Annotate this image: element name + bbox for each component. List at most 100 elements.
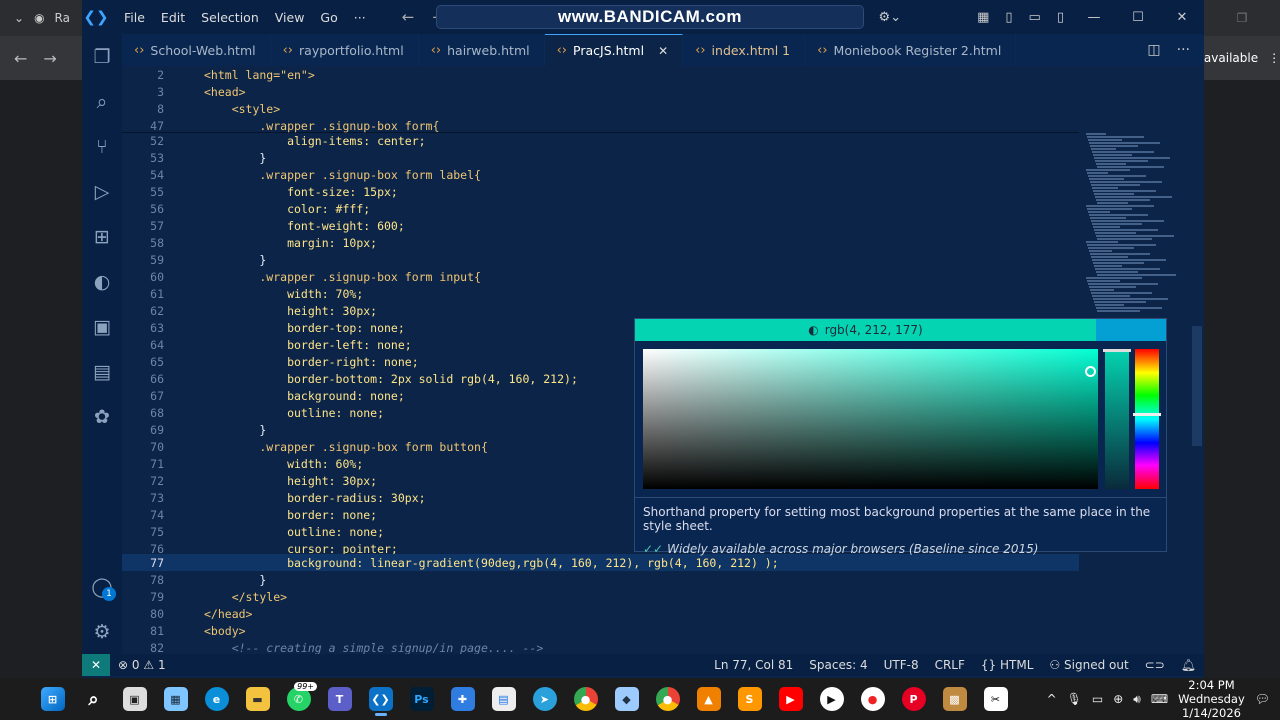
copilot-icon[interactable]: ⚙⌄ bbox=[871, 10, 910, 25]
saturation-box[interactable] bbox=[643, 349, 1098, 489]
code-line[interactable]: 55 font-size: 15px; bbox=[122, 183, 1122, 200]
code-line[interactable]: 53 } bbox=[122, 149, 1122, 166]
notifications-bell-icon[interactable]: 🔔︎ bbox=[1173, 658, 1204, 672]
tab-rayportfolio[interactable]: ‹› rayportfolio.html bbox=[271, 34, 419, 66]
extensions-icon[interactable]: ⊞ bbox=[82, 214, 122, 259]
browser-tab-label[interactable]: Ra bbox=[55, 11, 70, 25]
capcut-icon[interactable]: ✂ bbox=[975, 681, 1016, 717]
encoding[interactable]: UTF-8 bbox=[876, 658, 927, 672]
volume-icon[interactable]: 🔊︎ bbox=[1133, 692, 1141, 707]
sublime-icon[interactable]: S bbox=[729, 681, 770, 717]
notification-center-icon[interactable]: 💬︎ bbox=[1255, 692, 1270, 706]
code-line[interactable]: 62 height: 30px; bbox=[122, 302, 1122, 319]
toggle-panel-icon[interactable]: ▭ bbox=[1021, 10, 1049, 25]
menu-selection[interactable]: Selection bbox=[193, 10, 267, 25]
minimap[interactable] bbox=[1086, 132, 1176, 342]
file-explorer-icon[interactable]: ▬ bbox=[237, 681, 278, 717]
record-icon[interactable]: ● bbox=[852, 681, 893, 717]
forward-icon[interactable]: → bbox=[43, 49, 56, 68]
more-actions-icon[interactable]: ··· bbox=[1177, 42, 1190, 58]
account-status[interactable]: ⚇ Signed out bbox=[1041, 658, 1136, 672]
whatsapp-icon[interactable]: ✆ 99+ bbox=[278, 681, 319, 717]
search-icon[interactable]: ⌕ bbox=[82, 79, 122, 124]
command-center[interactable]: www.BANDICAM.com bbox=[436, 5, 864, 29]
code-line[interactable]: 60 .wrapper .signup-box form input{ bbox=[122, 268, 1122, 285]
back-arrow-icon[interactable]: ← bbox=[402, 8, 415, 26]
account-icon[interactable]: ◯ 1 bbox=[82, 564, 122, 609]
opacity-handle[interactable] bbox=[1103, 349, 1131, 352]
media-player-icon[interactable]: ▶ bbox=[811, 681, 852, 717]
teams-icon[interactable]: T bbox=[319, 681, 360, 717]
settings-gear-icon[interactable]: ⚙ bbox=[82, 609, 122, 654]
code-line[interactable]: 56 color: #fff; bbox=[122, 200, 1122, 217]
task-view-icon[interactable]: ▣ bbox=[114, 681, 155, 717]
explorer-icon[interactable]: ❐ bbox=[82, 34, 122, 79]
remote-explorer-icon[interactable]: ▣ bbox=[82, 304, 122, 349]
menu-more[interactable]: ··· bbox=[346, 10, 374, 25]
code-line[interactable]: 3 <head> bbox=[122, 83, 1122, 100]
code-line[interactable]: 80 </head> bbox=[122, 605, 1122, 622]
code-line[interactable]: 57 font-weight: 600; bbox=[122, 217, 1122, 234]
chevron-down-icon[interactable]: ⌄ bbox=[14, 11, 24, 25]
vertical-scrollbar[interactable] bbox=[1192, 326, 1202, 446]
edge-icon[interactable]: ◐ bbox=[82, 259, 122, 304]
split-editor-icon[interactable]: ◫ bbox=[1147, 42, 1160, 58]
code-line[interactable]: 58 margin: 10px; bbox=[122, 234, 1122, 251]
code-line[interactable]: 79 </style> bbox=[122, 588, 1122, 605]
run-debug-icon[interactable]: ▷ bbox=[82, 169, 122, 214]
tab-school-web[interactable]: ‹› School-Web.html bbox=[122, 34, 271, 66]
youtube-icon[interactable]: ▶ bbox=[770, 681, 811, 717]
puzzle-icon[interactable]: ✚ bbox=[442, 681, 483, 717]
clock[interactable]: 2:04 PM Wednesday 1/14/2026 bbox=[1178, 678, 1245, 720]
vlc-icon[interactable]: ▲ bbox=[688, 681, 729, 717]
keyboard-icon[interactable]: ⌨ bbox=[1151, 692, 1168, 706]
layout-icon[interactable]: ▦ bbox=[969, 10, 997, 25]
python-icon[interactable]: ✿ bbox=[82, 394, 122, 439]
line-ending[interactable]: CRLF bbox=[927, 658, 973, 672]
toggle-secondary-sidebar-icon[interactable]: ▯ bbox=[1049, 10, 1072, 25]
close-icon[interactable]: ✕ bbox=[1160, 10, 1204, 25]
search-taskbar-icon[interactable]: ⌕ bbox=[73, 681, 114, 717]
saturation-knob[interactable] bbox=[1085, 366, 1096, 377]
pinterest-icon[interactable]: P bbox=[893, 681, 934, 717]
restore-icon[interactable]: ❐ bbox=[1237, 11, 1248, 25]
edge-taskbar-icon[interactable]: e bbox=[196, 681, 237, 717]
tab-moniebook[interactable]: ‹› Moniebook Register 2.html bbox=[805, 34, 1017, 66]
source-control-icon[interactable]: ⑂ bbox=[82, 124, 122, 169]
photo-app-icon[interactable]: ▩ bbox=[934, 681, 975, 717]
minimize-icon[interactable]: — bbox=[1072, 10, 1116, 25]
menu-go[interactable]: Go bbox=[312, 10, 345, 25]
tab-hairweb[interactable]: ‹› hairweb.html bbox=[419, 34, 545, 66]
file-icon[interactable]: ▤ bbox=[82, 349, 122, 394]
vscode-taskbar-icon[interactable]: ❮❯ bbox=[360, 681, 401, 717]
microphone-icon[interactable]: 🎙︎ bbox=[1067, 692, 1082, 706]
tab-index[interactable]: ‹› index.html 1 bbox=[683, 34, 806, 66]
tab-pracjs[interactable]: ‹› PracJS.html ✕ bbox=[544, 34, 684, 66]
store-icon[interactable]: ▤ bbox=[483, 681, 524, 717]
close-tab-icon[interactable]: ✕ bbox=[658, 44, 668, 58]
telegram-icon[interactable]: ➤ bbox=[524, 681, 565, 717]
battery-icon[interactable]: ▭ bbox=[1092, 692, 1103, 706]
code-line[interactable]: 59 } bbox=[122, 251, 1122, 268]
back-icon[interactable]: ← bbox=[14, 49, 27, 68]
code-line[interactable]: 52 align-items: center; bbox=[122, 132, 1122, 149]
menu-edit[interactable]: Edit bbox=[153, 10, 193, 25]
menu-file[interactable]: File bbox=[116, 10, 153, 25]
toggle-icon[interactable]: ⊂⊃ bbox=[1137, 658, 1173, 672]
network-icon[interactable]: ⊕ bbox=[1113, 692, 1123, 706]
original-color-swatch[interactable] bbox=[1096, 319, 1166, 341]
maximize-icon[interactable]: ☐ bbox=[1116, 10, 1160, 25]
menu-view[interactable]: View bbox=[267, 10, 313, 25]
problems-indicator[interactable]: ⊗ 0 ⚠ 1 bbox=[110, 658, 174, 672]
hue-handle[interactable] bbox=[1133, 413, 1161, 416]
code-line[interactable]: 2 <html lang="en"> bbox=[122, 66, 1122, 83]
cursor-position[interactable]: Ln 77, Col 81 bbox=[706, 658, 801, 672]
toggle-sidebar-icon[interactable]: ▯ bbox=[997, 10, 1020, 25]
chrome-alt-icon[interactable]: ● bbox=[647, 681, 688, 717]
chrome-icon[interactable]: ● bbox=[565, 681, 606, 717]
opacity-slider[interactable] bbox=[1103, 349, 1131, 489]
indentation[interactable]: Spaces: 4 bbox=[801, 658, 875, 672]
more-icon[interactable]: ⋮ bbox=[1268, 51, 1280, 65]
hue-slider[interactable] bbox=[1133, 349, 1161, 489]
current-color-swatch[interactable]: ◐ rgb(4, 212, 177) bbox=[635, 319, 1096, 341]
